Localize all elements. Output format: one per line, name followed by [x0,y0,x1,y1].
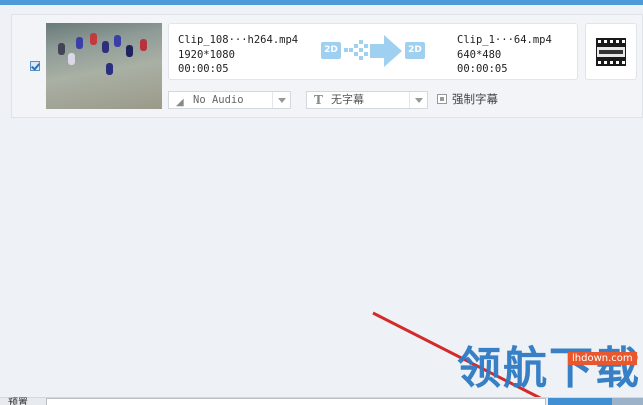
more-button[interactable] [612,398,643,405]
output-duration: 00:00:05 [457,63,508,75]
source-resolution: 1920*1080 [178,49,235,61]
input-2d-badge: 2D [321,42,341,59]
source-duration: 00:00:05 [178,63,229,75]
profile-dropdown[interactable] [46,398,546,405]
watermark-url: lhdown.com [568,352,637,365]
audio-track-dropdown[interactable]: ◢ No Audio [168,91,291,109]
output-2d-badge: 2D [405,42,425,59]
convert-dots-icon [344,40,370,60]
output-resolution: 640*480 [457,49,502,61]
force-subtitle-label: 强制字幕 [452,92,498,106]
chevron-down-icon[interactable] [409,92,427,108]
audio-track-value: No Audio [193,94,244,106]
settings-button[interactable] [548,398,612,405]
subtitle-value: 无字幕 [331,93,364,106]
text-t-icon: T [314,93,323,107]
source-filename: Clip_108···h264.mp4 [178,34,299,46]
mpeg-film-icon [596,38,626,66]
speaker-icon: ◢ [176,97,184,108]
force-subtitle-checkbox[interactable] [437,94,447,104]
profile-label: 预置 [8,398,28,405]
title-bar-strip [0,0,643,5]
output-filename[interactable]: Clip_1···64.mp4 [457,33,552,47]
subtitle-dropdown[interactable]: T 无字幕 [306,91,428,109]
file-select-checkbox[interactable] [30,61,40,71]
chevron-down-icon[interactable] [272,92,290,108]
video-thumbnail[interactable] [46,23,162,109]
codec-button[interactable] [585,23,637,80]
